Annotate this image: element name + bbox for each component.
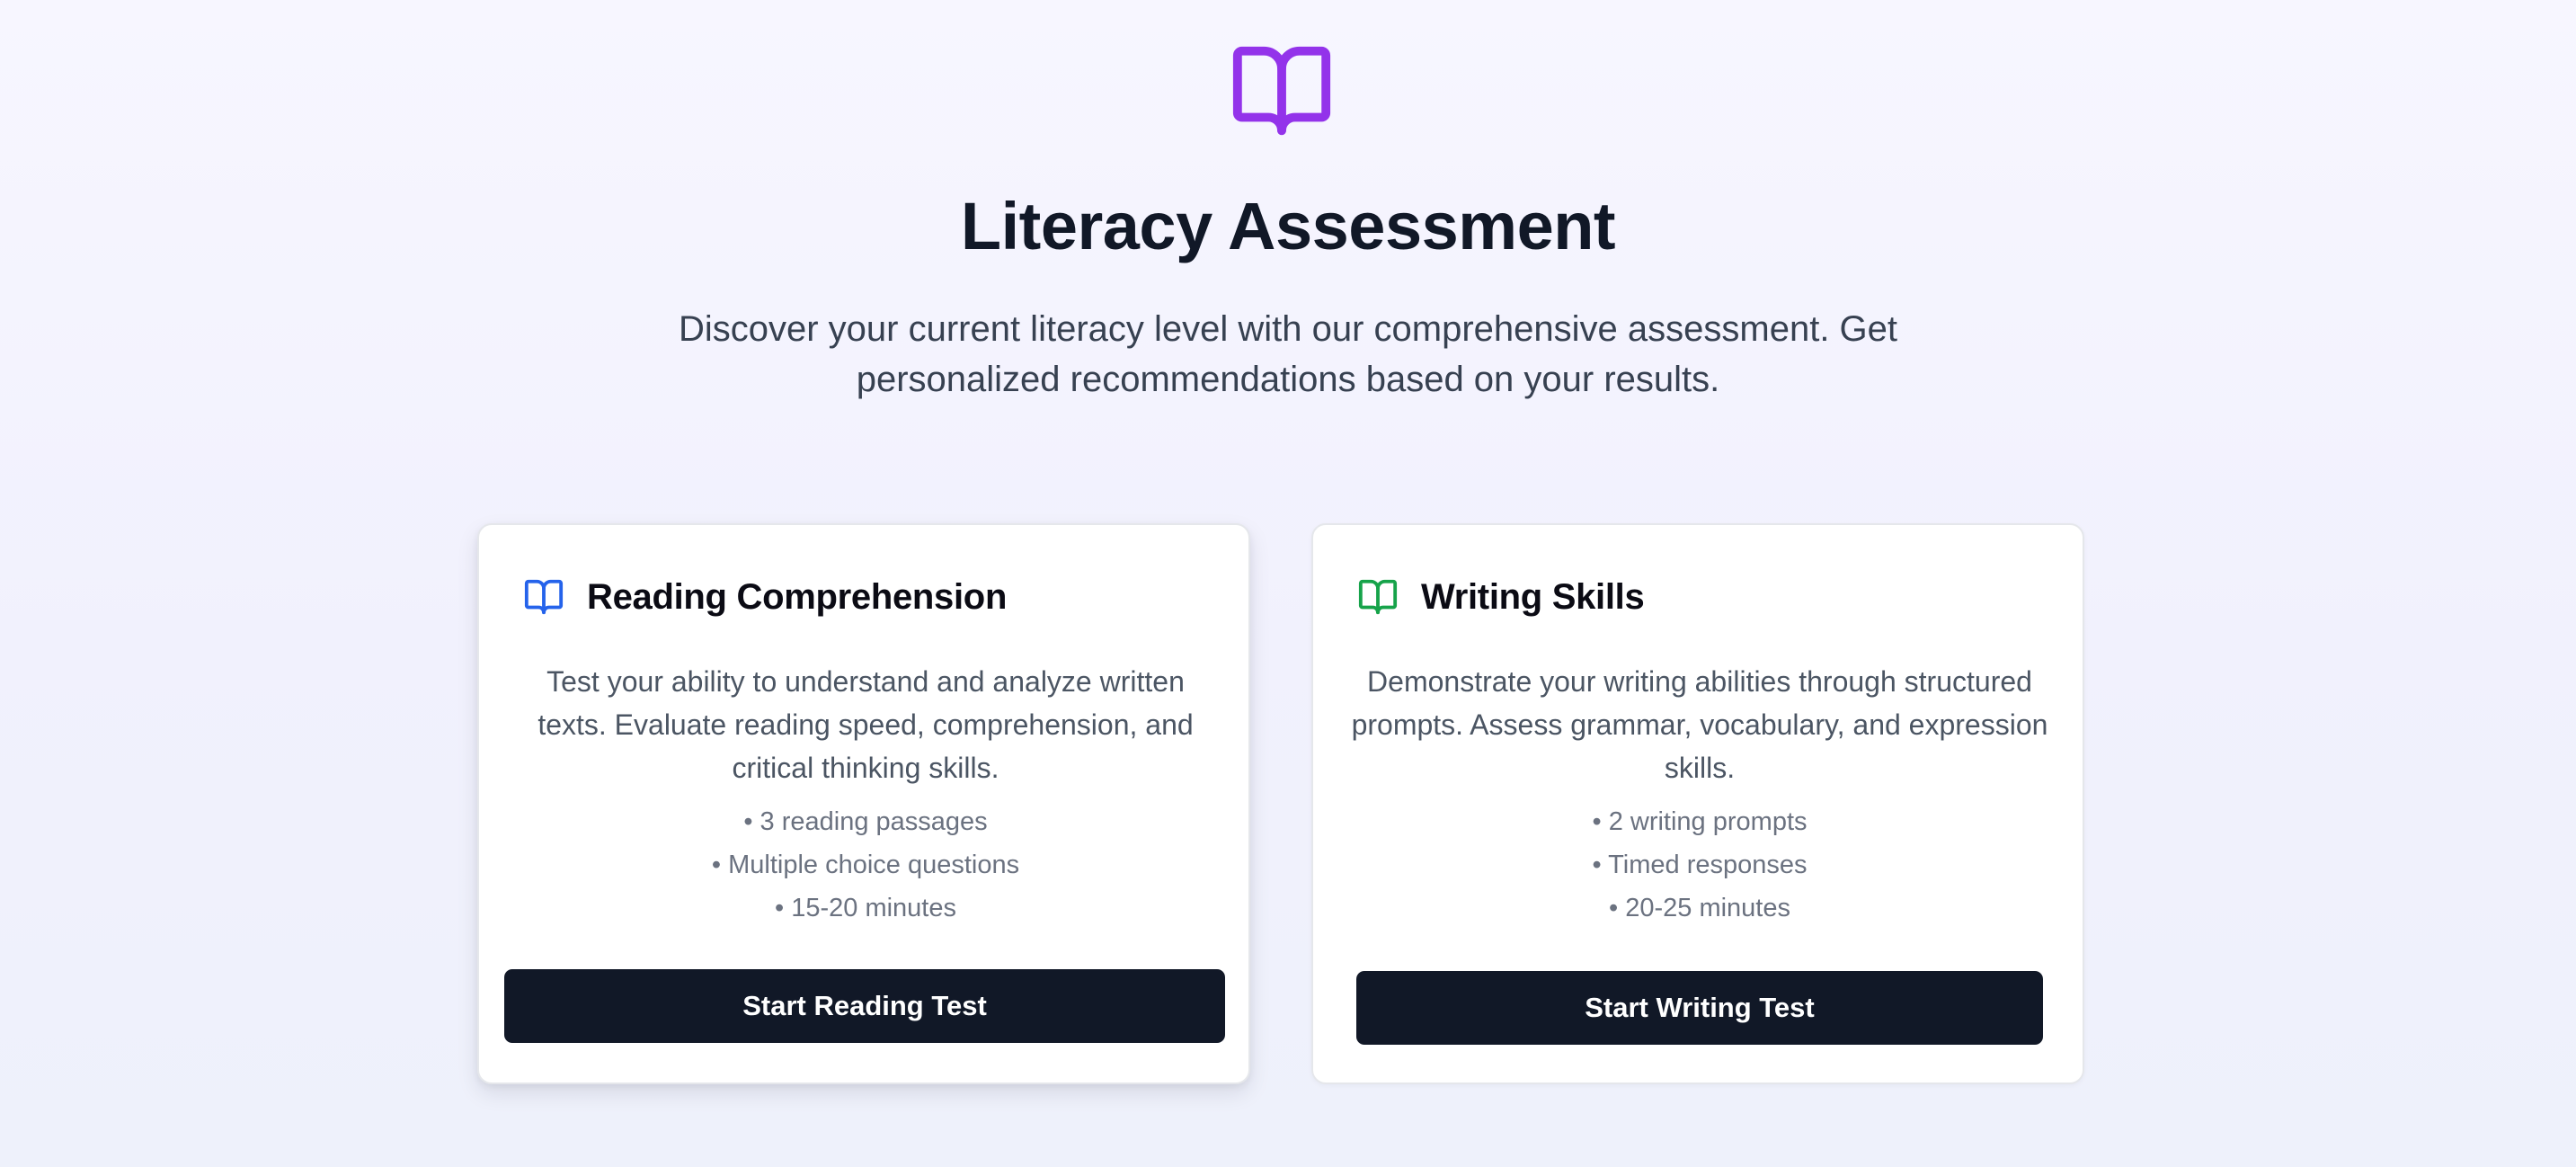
feature-item: 2 writing prompts <box>1313 800 2086 843</box>
card-title: Writing Skills <box>1421 576 1645 617</box>
page-title: Literacy Assessment <box>960 189 1616 263</box>
feature-list: 3 reading passages Multiple choice quest… <box>479 800 1252 930</box>
card-title: Reading Comprehension <box>587 576 1008 617</box>
open-book-icon <box>1225 38 1338 144</box>
reading-comprehension-card: Reading Comprehension Test your ability … <box>477 523 1250 1084</box>
book-icon <box>522 576 565 618</box>
start-reading-test-button[interactable]: Start Reading Test <box>504 969 1225 1043</box>
feature-item: 20-25 minutes <box>1313 886 2086 930</box>
card-header: Reading Comprehension <box>522 570 1007 624</box>
card-header: Writing Skills <box>1356 570 1645 624</box>
feature-item: 15-20 minutes <box>479 886 1252 930</box>
writing-skills-card: Writing Skills Demonstrate your writing … <box>1311 523 2084 1084</box>
start-writing-test-button[interactable]: Start Writing Test <box>1356 971 2043 1045</box>
card-description: Test your ability to understand and anal… <box>537 665 1194 784</box>
feature-item: Multiple choice questions <box>479 843 1252 886</box>
book-icon <box>1356 576 1399 618</box>
feature-list: 2 writing prompts Timed responses 20-25 … <box>1313 800 2086 930</box>
feature-item: 3 reading passages <box>479 800 1252 843</box>
card-description: Demonstrate your writing abilities throu… <box>1351 665 2048 784</box>
feature-item: Timed responses <box>1313 843 2086 886</box>
page-subtitle: Discover your current literacy level wit… <box>678 309 1898 399</box>
